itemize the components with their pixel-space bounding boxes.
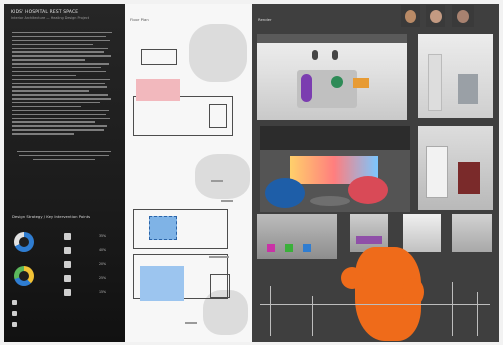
stat-5: 15% [99, 290, 107, 294]
stat-3: 20% [99, 262, 107, 266]
elevation-drawing [312, 296, 313, 336]
donut-chart-blue [14, 232, 34, 252]
child-icon [64, 261, 71, 268]
legend-icon-1 [12, 300, 17, 305]
plan-shadow [189, 24, 247, 82]
elevation-drawing [270, 286, 271, 336]
render-panel-label: Render [258, 17, 272, 22]
scale-bar [185, 322, 197, 324]
elevation-drawing [452, 282, 453, 336]
render-thumb-4 [452, 214, 492, 252]
board-title: KIDS' HOSPITAL REST SPACE [11, 10, 79, 15]
participant-video-3[interactable] [452, 5, 474, 27]
section-label: Design Strategy / Key Intervention Point… [12, 214, 91, 219]
render-lounge [260, 126, 410, 212]
render-hall [418, 34, 493, 118]
participant-video-1[interactable] [401, 5, 420, 27]
presentation-board: KIDS' HOSPITAL REST SPACE Interior Archi… [4, 4, 499, 342]
plan-shadow [195, 154, 250, 199]
person-icon [64, 233, 71, 240]
stat-2: 40% [99, 248, 107, 252]
plan-outline [209, 104, 227, 128]
avatar-face [457, 10, 469, 23]
plan-panel-label: Floor Plan [130, 17, 149, 22]
avatar-face [430, 10, 442, 23]
render-thumb-1 [257, 214, 337, 259]
screen: KIDS' HOSPITAL REST SPACE Interior Archi… [0, 0, 503, 345]
heart-icon [64, 275, 71, 282]
scale-bar [221, 200, 233, 202]
participant-video-2[interactable] [426, 5, 445, 27]
stat-1: 35% [99, 234, 107, 238]
narrative-panel: KIDS' HOSPITAL REST SPACE Interior Archi… [4, 4, 125, 342]
plan-panel: Floor Plan [125, 4, 252, 342]
scale-bar [209, 256, 229, 258]
plan-zone-blue [149, 216, 177, 240]
elevation-drawing [477, 292, 478, 336]
render-corridor [418, 126, 493, 210]
elevation-drawing [260, 304, 490, 305]
orange-highlight-shape [402, 278, 424, 306]
legend-icon-2 [12, 311, 17, 316]
scale-bar [211, 180, 223, 182]
render-thumb-3 [403, 214, 441, 252]
donut-chart-yellow [14, 266, 34, 286]
family-icon [64, 247, 71, 254]
avatar-face [405, 10, 416, 23]
stat-4: 25% [99, 276, 107, 280]
render-playwall [257, 34, 407, 120]
render-panel: Render [252, 4, 499, 342]
plan-zone-pink [136, 79, 180, 101]
legend-icon-3 [12, 322, 17, 327]
plan-outline [210, 274, 230, 298]
plan-outline [133, 209, 228, 249]
body-text [12, 32, 116, 163]
board-subtitle: Interior Architecture — Healing Design P… [11, 16, 90, 20]
orange-highlight-shape [341, 267, 363, 289]
play-icon [64, 289, 71, 296]
plan-zone-blue-light [140, 266, 184, 301]
plan-outline [141, 49, 177, 65]
